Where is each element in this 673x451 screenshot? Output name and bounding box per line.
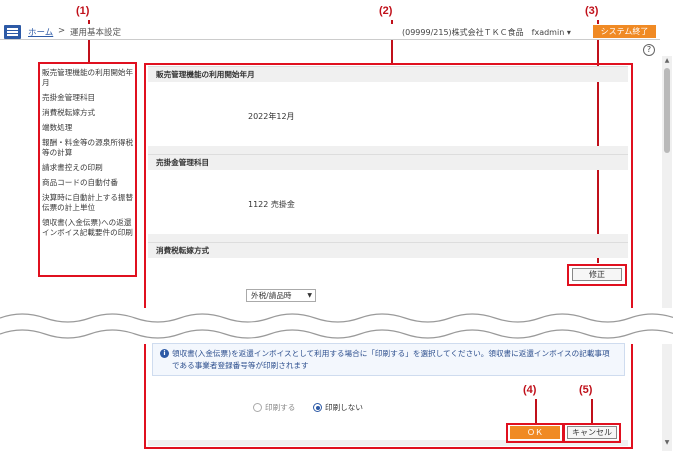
sidebar-nav: 販売管理機能の利用開始年月 売掛金管理科目 消費税転嫁方式 端数処理 報酬・料金… xyxy=(42,62,134,243)
radio-print-label[interactable]: 印刷する xyxy=(265,403,295,412)
section-divider xyxy=(148,146,628,154)
callout-3: (3) xyxy=(585,5,599,17)
sidebar-item-transfer-unit[interactable]: 決算時に自動計上する振替伝票の計上単位 xyxy=(42,193,134,213)
sidebar-item-start-date[interactable]: 販売管理機能の利用開始年月 xyxy=(42,68,134,88)
radio-no-print-label[interactable]: 印刷しない xyxy=(325,403,363,412)
cancel-button[interactable]: キャンセル xyxy=(567,426,617,439)
radio-print[interactable] xyxy=(253,403,262,412)
top-bar: ホーム > 運用基本設定 (09999/215)株式会社ＴＫＣ食品 fxadmi… xyxy=(0,24,660,40)
info-message-text: 領収書(入金伝票)を返還インボイスとして利用する場合に「印刷する」を選択してくだ… xyxy=(172,349,610,370)
tax-method-select[interactable]: 外税/請品時 ▼ xyxy=(246,289,316,302)
system-exit-button[interactable]: システム終了 xyxy=(593,25,656,38)
help-icon[interactable]: ? xyxy=(643,44,655,56)
scrollbar-thumb[interactable] xyxy=(664,68,670,153)
sidebar-item-withholding[interactable]: 報酬・料金等の源泉所得税等の計算 xyxy=(42,138,134,158)
callout-1: (1) xyxy=(76,5,90,17)
section-divider xyxy=(148,234,628,242)
hamburger-menu-icon[interactable] xyxy=(4,25,21,39)
edit-button[interactable]: 修正 xyxy=(572,268,622,281)
sidebar-item-tax-method[interactable]: 消費税転嫁方式 xyxy=(42,108,134,118)
info-message-box: i 領収書(入金伝票)を返還インボイスとして利用する場合に「印刷する」を選択して… xyxy=(152,343,625,376)
section-tax-method-header: 消費税転嫁方式 xyxy=(148,242,628,258)
breadcrumb-separator: > xyxy=(58,26,66,36)
breadcrumb-home-link[interactable]: ホーム xyxy=(28,26,53,38)
callout-2: (2) xyxy=(379,5,393,17)
user-info-menu[interactable]: (09999/215)株式会社ＴＫＣ食品 fxadmin ▾ xyxy=(402,27,571,38)
page-break-tear xyxy=(0,308,673,344)
start-date-value: 2022年12月 xyxy=(248,112,295,121)
sidebar-item-receipt-invoice[interactable]: 領収書(入金伝票)への返還インボイス記載要件の印刷 xyxy=(42,218,134,238)
sidebar-item-invoice-copy[interactable]: 請求書控えの印刷 xyxy=(42,163,134,173)
receivables-value: 1122 売掛金 xyxy=(248,200,295,209)
sidebar-item-rounding[interactable]: 端数処理 xyxy=(42,123,134,133)
chevron-down-icon: ▼ xyxy=(307,292,312,299)
sidebar-item-receivables[interactable]: 売掛金管理科目 xyxy=(42,93,134,103)
scroll-down-icon[interactable]: ▼ xyxy=(662,438,672,448)
sidebar-item-product-code[interactable]: 商品コードの自動付番 xyxy=(42,178,134,188)
scroll-up-icon[interactable]: ▲ xyxy=(662,56,672,66)
section-start-date-header: 販売管理機能の利用開始年月 xyxy=(148,66,628,82)
radio-no-print[interactable] xyxy=(313,403,322,412)
tax-method-select-value: 外税/請品時 xyxy=(251,291,292,300)
info-icon: i xyxy=(160,349,169,358)
section-receivables-header: 売掛金管理科目 xyxy=(148,154,628,170)
breadcrumb-current: 運用基本設定 xyxy=(70,28,122,38)
ok-button[interactable]: ＯＫ xyxy=(510,426,560,439)
